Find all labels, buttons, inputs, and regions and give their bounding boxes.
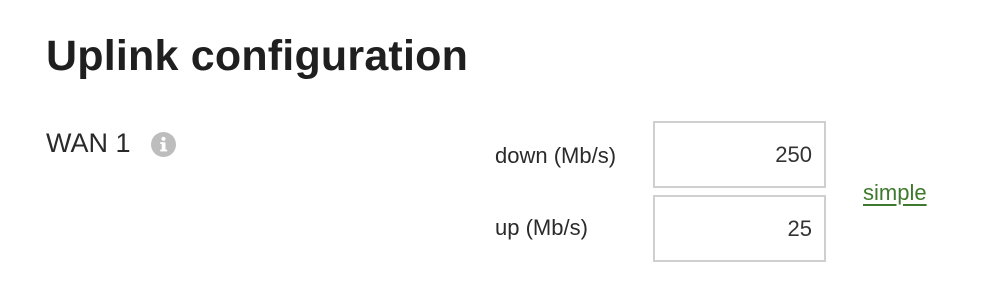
- down-speed-input[interactable]: [653, 121, 826, 188]
- wan-label: WAN 1: [46, 128, 131, 158]
- info-icon[interactable]: [150, 131, 176, 157]
- page-title: Uplink configuration: [46, 32, 469, 80]
- up-speed-input[interactable]: [653, 195, 826, 262]
- simple-mode-link[interactable]: simple: [863, 179, 927, 207]
- wan-row: WAN 1: [46, 126, 176, 160]
- down-speed-label: down (Mb/s): [495, 143, 617, 168]
- up-speed-label: up (Mb/s): [495, 215, 588, 240]
